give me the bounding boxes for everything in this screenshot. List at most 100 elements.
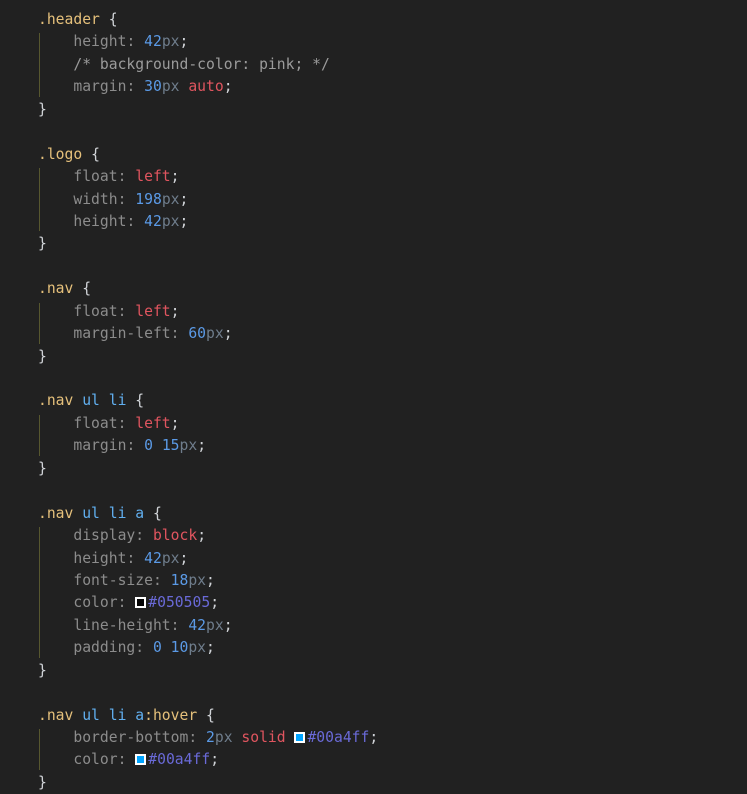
code-line[interactable]: height: 42px; [0, 547, 747, 571]
code-line[interactable]: display: block; [0, 525, 747, 548]
close-brace: } [38, 100, 47, 118]
css-property: float [73, 414, 118, 432]
semicolon: ; [197, 437, 207, 455]
open-brace: { [135, 392, 145, 410]
code-line-blank[interactable] [0, 368, 747, 390]
open-brace: { [82, 280, 92, 298]
css-hex-color: #050505 [148, 594, 211, 612]
code-line[interactable]: color: #00a4ff; [0, 749, 747, 771]
css-unit: px [161, 212, 180, 230]
css-number: 30 [144, 78, 162, 96]
code-line[interactable]: .nav ul li a:hover { [0, 705, 747, 727]
css-unit: px [188, 639, 207, 657]
css-keyword-value: left [135, 414, 171, 432]
semicolon: ; [179, 190, 189, 208]
semicolon: ; [223, 78, 233, 96]
code-line[interactable]: /* background-color: pink; */ [0, 53, 747, 77]
code-line[interactable]: .nav { [0, 278, 747, 300]
css-number: 0 [144, 437, 153, 455]
css-pseudo-class: :hover [144, 706, 198, 724]
css-number: 198 [135, 190, 162, 208]
semicolon: ; [170, 414, 180, 432]
css-number: 10 [170, 639, 189, 657]
css-property: width [73, 190, 118, 208]
code-line[interactable]: margin-left: 60px; [0, 323, 747, 345]
code-line[interactable]: width: 198px; [0, 188, 747, 212]
semicolon: ; [170, 168, 180, 186]
color-swatch-icon[interactable] [135, 597, 147, 609]
code-line[interactable]: color: #050505; [0, 592, 747, 616]
css-unit: px [214, 729, 233, 746]
css-unit: px [161, 190, 180, 208]
colon: : [188, 729, 207, 746]
semicolon: ; [179, 549, 189, 567]
code-line[interactable]: float: left; [0, 301, 747, 324]
open-brace: { [152, 504, 162, 522]
css-number: 15 [161, 437, 180, 455]
code-line[interactable]: .header { [0, 9, 747, 31]
semicolon: ; [223, 616, 233, 634]
css-property: height [73, 212, 127, 230]
colon: : [117, 751, 136, 769]
code-line[interactable]: .nav ul li { [0, 390, 747, 412]
css-element-selector: a [135, 706, 145, 724]
css-selector: .nav [38, 706, 74, 724]
code-line-blank[interactable] [0, 121, 747, 143]
css-element-selector: ul [82, 706, 100, 724]
css-unit: px [161, 549, 180, 567]
code-content[interactable]: .header { height: 42px; /* background-co… [0, 9, 747, 794]
css-unit: px [161, 78, 180, 96]
colon: : [117, 594, 136, 612]
code-line-blank[interactable] [0, 256, 747, 278]
code-line[interactable]: font-size: 18px; [0, 569, 747, 593]
css-property: font-size [73, 571, 153, 589]
code-line[interactable]: height: 42px; [0, 210, 747, 233]
code-line[interactable]: .logo { [0, 144, 747, 166]
code-line[interactable]: } [0, 458, 747, 480]
code-line-blank[interactable] [0, 682, 747, 704]
code-line[interactable]: } [0, 99, 747, 121]
css-property: height [73, 549, 127, 567]
code-line[interactable]: float: left; [0, 166, 747, 189]
open-brace: { [206, 706, 215, 724]
code-editor[interactable]: .header { height: 42px; /* background-co… [0, 0, 747, 794]
code-line[interactable]: float: left; [0, 413, 747, 436]
css-unit: px [206, 325, 224, 343]
semicolon: ; [369, 729, 379, 746]
css-property: margin [73, 78, 127, 96]
code-line[interactable]: } [0, 346, 747, 368]
css-unit: px [161, 33, 180, 51]
css-element-selector: ul [82, 504, 100, 522]
css-number: 18 [170, 571, 189, 589]
code-line[interactable]: margin: 0 15px; [0, 435, 747, 457]
code-line[interactable]: margin: 30px auto; [0, 76, 747, 98]
color-swatch-icon[interactable] [135, 754, 147, 766]
colon: : [126, 437, 145, 455]
colon: : [126, 33, 145, 51]
code-line-blank[interactable] [0, 480, 747, 502]
semicolon: ; [170, 302, 180, 320]
semicolon: ; [179, 212, 189, 230]
code-line[interactable]: } [0, 772, 747, 794]
css-property: color [73, 594, 118, 612]
css-keyword-value: left [135, 168, 171, 186]
css-property: margin-left [73, 325, 171, 343]
css-hex-color: #00a4ff [148, 751, 211, 769]
code-line[interactable]: padding: 0 10px; [0, 637, 747, 659]
code-line[interactable]: } [0, 660, 747, 682]
code-line[interactable]: height: 42px; [0, 31, 747, 55]
css-number: 42 [144, 549, 162, 567]
css-element-selector: li [108, 504, 127, 522]
css-number: 42 [144, 212, 162, 230]
code-line[interactable]: line-height: 42px; [0, 614, 747, 638]
css-element-selector: li [108, 392, 127, 410]
close-brace: } [38, 661, 47, 679]
colon: : [152, 571, 171, 589]
css-element-selector: a [135, 504, 145, 522]
code-line[interactable]: border-bottom: 2px solid #00a4ff; [0, 727, 747, 750]
color-swatch-icon[interactable] [294, 732, 306, 743]
code-line[interactable]: .nav ul li a { [0, 503, 747, 525]
css-property: float [73, 168, 118, 186]
code-line[interactable]: } [0, 233, 747, 255]
css-property: line-height [73, 616, 171, 634]
